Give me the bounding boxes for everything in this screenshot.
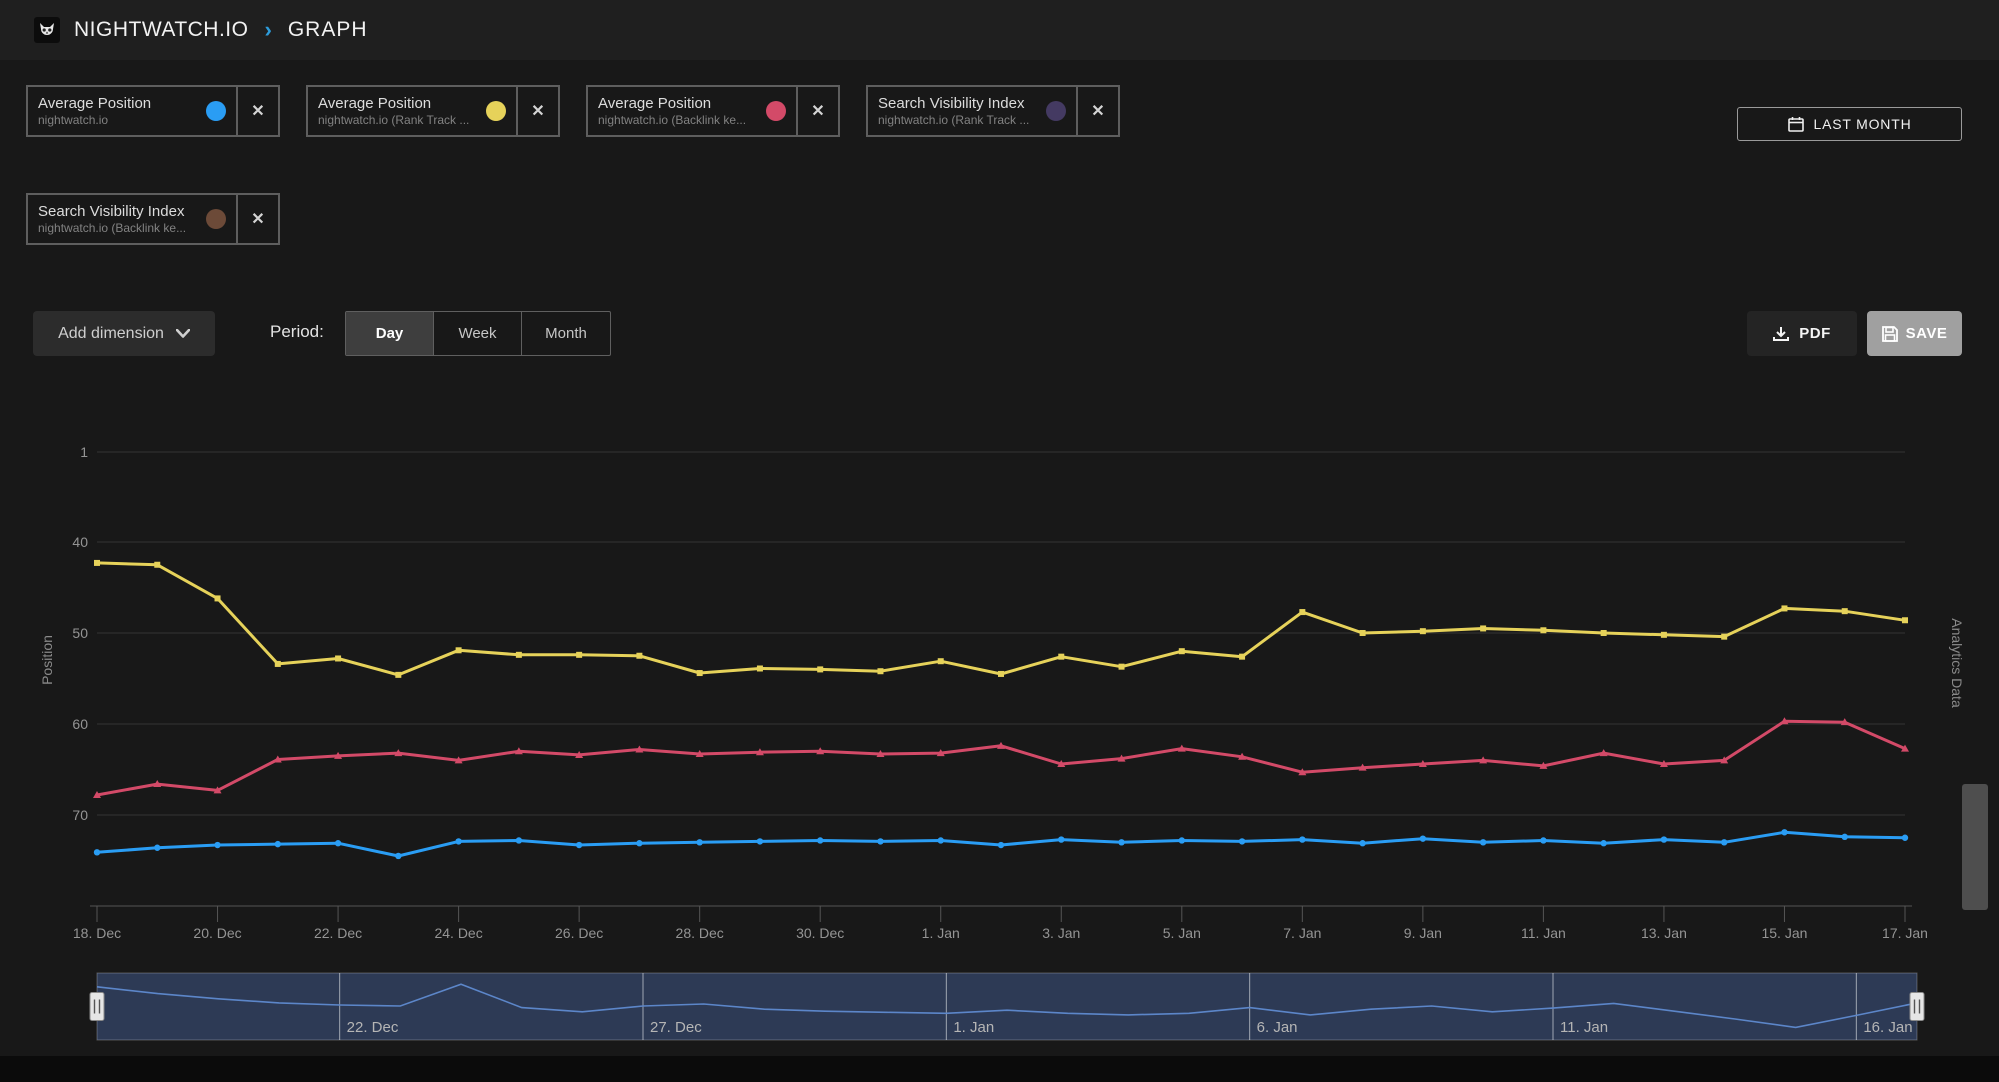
owl-logo-icon[interactable]	[34, 17, 60, 43]
y-axis-tick-label: 40	[72, 534, 88, 550]
navigator-tick-label: 6. Jan	[1257, 1019, 1298, 1036]
series-color-dot	[1046, 101, 1066, 121]
series-color-dot	[766, 101, 786, 121]
x-axis: 18. Dec 20. Dec 22. Dec 24. Dec 26. Dec 28. D…	[73, 905, 1928, 941]
series-color-dot	[206, 209, 226, 229]
chip-close-icon[interactable]: ✕	[236, 195, 278, 243]
add-dimension-label: Add dimension	[58, 324, 164, 342]
chip-subtitle: nightwatch.io (Rank Track ...	[878, 113, 1030, 127]
y-axis-tick-label: 70	[72, 807, 88, 823]
x-axis-tick-label: 9. Jan	[1404, 925, 1442, 941]
x-axis-tick-label: 3. Jan	[1042, 925, 1080, 941]
chip-subtitle: nightwatch.io (Backlink ke...	[598, 113, 747, 127]
save-button[interactable]: SAVE	[1867, 311, 1962, 356]
navigator-series-line	[96, 983, 1918, 1029]
x-axis-tick-label: 30. Dec	[796, 925, 844, 941]
period-month-button[interactable]: Month	[522, 312, 610, 355]
page-title: GRAPH	[287, 18, 368, 41]
metric-chip-5[interactable]: Search Visibility Index nightwatch.io (B…	[26, 193, 280, 245]
date-range-label: LAST MONTH	[1813, 116, 1912, 132]
y-gridlines: 1 40 50 60 70	[72, 444, 1905, 823]
navigator-selected-range[interactable]	[96, 972, 1918, 1041]
chip-body: Search Visibility Index nightwatch.io (B…	[28, 195, 236, 243]
navigator-tick-label: 16. Jan	[1863, 1019, 1912, 1036]
calendar-icon	[1787, 117, 1804, 132]
metric-chip-3[interactable]: Average Position nightwatch.io (Backlink…	[586, 85, 840, 137]
navigator-left-handle[interactable]	[89, 992, 105, 1021]
x-axis-tick-label: 7. Jan	[1283, 925, 1321, 941]
right-axis-title: Analytics Data	[1949, 618, 1965, 708]
pdf-export-button[interactable]: PDF	[1747, 311, 1857, 356]
x-axis-tick-label: 18. Dec	[73, 925, 121, 941]
period-day-button[interactable]: Day	[346, 312, 434, 355]
x-axis-tick-label: 15. Jan	[1761, 925, 1807, 941]
x-axis-tick-label: 17. Jan	[1882, 925, 1928, 941]
x-axis-tick-label: 1. Jan	[922, 925, 960, 941]
x-axis-tick-label: 26. Dec	[555, 925, 603, 941]
chip-close-icon[interactable]: ✕	[516, 87, 558, 135]
series-color-dot	[206, 101, 226, 121]
metric-chip-2[interactable]: Average Position nightwatch.io (Rank Tra…	[306, 85, 560, 137]
period-week-button[interactable]: Week	[434, 312, 522, 355]
navigator-tick-label: 1. Jan	[953, 1019, 994, 1036]
y-axis-tick-label: 1	[80, 444, 88, 460]
chip-close-icon[interactable]: ✕	[796, 87, 838, 135]
main-chart[interactable]: 1 40 50 60 70 Position Analytics Data 18. Dec 20…	[0, 0, 1999, 1082]
x-axis-tick-label: 24. Dec	[434, 925, 482, 941]
x-axis-tick-label: 28. Dec	[676, 925, 724, 941]
y-axis-title: Position	[39, 635, 55, 685]
add-dimension-button[interactable]: Add dimension	[33, 311, 215, 356]
brand-name[interactable]: NIGHTWATCH.IO	[74, 18, 248, 42]
series-line-2	[93, 717, 1909, 798]
series-line-1	[94, 559, 1908, 678]
download-icon	[1773, 326, 1790, 341]
series-color-dot	[486, 101, 506, 121]
navigator-tick-label: 22. Dec	[347, 1019, 399, 1036]
date-range-button[interactable]: LAST MONTH	[1737, 107, 1962, 141]
chip-close-icon[interactable]: ✕	[236, 87, 278, 135]
x-axis-tick-label: 13. Jan	[1641, 925, 1687, 941]
metric-chip-1[interactable]: Average Position nightwatch.io ✕	[26, 85, 280, 137]
navigator-tick-label: 27. Dec	[650, 1019, 702, 1036]
chip-subtitle: nightwatch.io (Rank Track ...	[318, 113, 470, 127]
chevron-down-icon	[175, 329, 190, 338]
save-floppy-icon	[1881, 325, 1898, 342]
x-axis-tick-label: 20. Dec	[193, 925, 241, 941]
x-axis-tick-label: 5. Jan	[1163, 925, 1201, 941]
metric-chip-4[interactable]: Search Visibility Index nightwatch.io (R…	[866, 85, 1120, 137]
period-toggle: Day Week Month	[345, 311, 611, 356]
breadcrumb-chevron-icon: ›	[264, 17, 272, 42]
chip-title: Search Visibility Index	[38, 203, 185, 220]
save-label: SAVE	[1905, 325, 1948, 342]
chip-title: Search Visibility Index	[878, 95, 1025, 112]
chip-subtitle: nightwatch.io (Backlink ke...	[38, 221, 187, 235]
chip-body: Search Visibility Index nightwatch.io (R…	[868, 87, 1076, 135]
chip-body: Average Position nightwatch.io	[28, 87, 236, 135]
top-bar: NIGHTWATCH.IO › GRAPH	[0, 0, 1999, 60]
chip-close-icon[interactable]: ✕	[1076, 87, 1118, 135]
navigator-right-handle[interactable]	[1909, 992, 1925, 1021]
y-axis-tick-label: 60	[72, 716, 88, 732]
navigator[interactable]: 22. Dec 27. Dec 1. Jan 6. Jan 11. Jan 16. Jan	[96, 972, 1918, 1041]
x-axis-tick-label: 11. Jan	[1521, 925, 1566, 941]
chip-body: Average Position nightwatch.io (Backlink…	[588, 87, 796, 135]
chip-subtitle: nightwatch.io	[38, 113, 109, 127]
chip-body: Average Position nightwatch.io (Rank Tra…	[308, 87, 516, 135]
chip-title: Average Position	[318, 95, 432, 112]
period-label: Period:	[270, 322, 324, 341]
y-axis-tick-label: 50	[72, 625, 88, 641]
chip-title: Average Position	[598, 95, 712, 112]
bottom-bar	[0, 1056, 1999, 1082]
nightwatch-graph-page: NIGHTWATCH.IO › GRAPH Average Position n…	[0, 0, 1999, 1082]
vertical-scrollbar[interactable]	[1962, 784, 1988, 910]
x-axis-tick-label: 22. Dec	[314, 925, 362, 941]
navigator-tick-label: 11. Jan	[1560, 1019, 1608, 1036]
pdf-label: PDF	[1799, 325, 1831, 342]
chip-title: Average Position	[38, 95, 152, 112]
series-line-0	[93, 829, 1909, 860]
